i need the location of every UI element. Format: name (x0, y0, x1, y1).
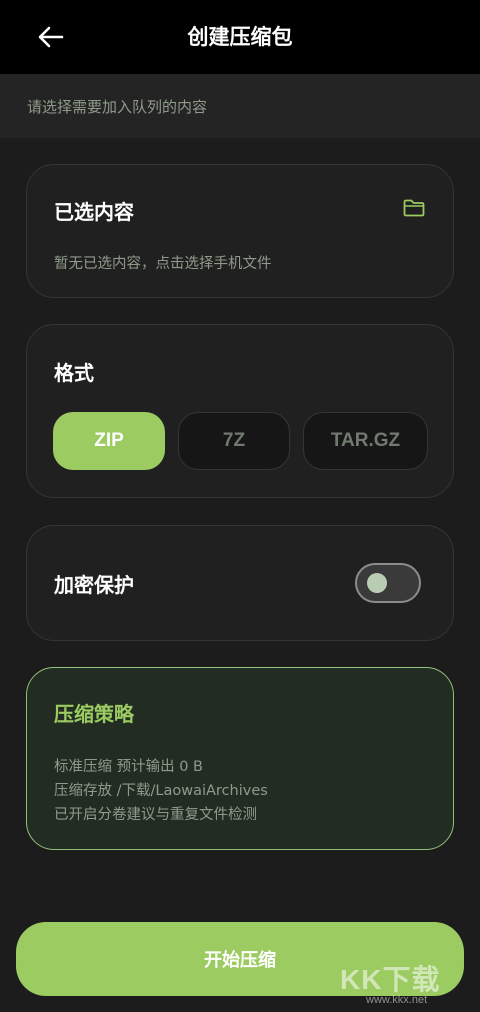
selected-content-card[interactable]: 已选内容 暂无已选内容，点击选择手机文件 (26, 164, 454, 298)
encryption-toggle[interactable] (355, 563, 421, 603)
format-option-targz[interactable]: TAR.GZ (303, 412, 428, 470)
strategy-title: 压缩策略 (54, 702, 134, 726)
page-title: 创建压缩包 (187, 25, 293, 49)
arrow-left-icon (38, 26, 64, 48)
encryption-title: 加密保护 (54, 573, 134, 597)
queue-hint-text: 请选择需要加入队列的内容 (27, 98, 208, 116)
strategy-line-features: 已开启分卷建议与重复文件检测 (54, 807, 257, 823)
top-bar: 创建压缩包 (0, 0, 480, 74)
queue-hint-bar: 请选择需要加入队列的内容 (0, 74, 480, 138)
strategy-line-compression: 标准压缩 预计输出 0 B (54, 759, 203, 775)
empty-selection-hint[interactable]: 暂无已选内容，点击选择手机文件 (54, 252, 272, 273)
strategy-card: 压缩策略 标准压缩 预计输出 0 B 压缩存放 /下载/LaowaiArchiv… (26, 667, 454, 850)
format-option-7z[interactable]: 7Z (178, 412, 290, 470)
toggle-knob (367, 573, 387, 593)
folder-icon[interactable] (403, 199, 425, 217)
start-compress-button[interactable]: 开始压缩 (16, 922, 464, 996)
selected-content-title: 已选内容 (54, 200, 134, 224)
encryption-card: 加密保护 (26, 525, 454, 641)
format-option-zip[interactable]: ZIP (53, 412, 165, 470)
format-title: 格式 (54, 361, 94, 385)
back-button[interactable] (34, 22, 68, 52)
format-card: 格式 ZIP 7Z TAR.GZ (26, 324, 454, 498)
strategy-line-location: 压缩存放 /下载/LaowaiArchives (54, 783, 268, 799)
